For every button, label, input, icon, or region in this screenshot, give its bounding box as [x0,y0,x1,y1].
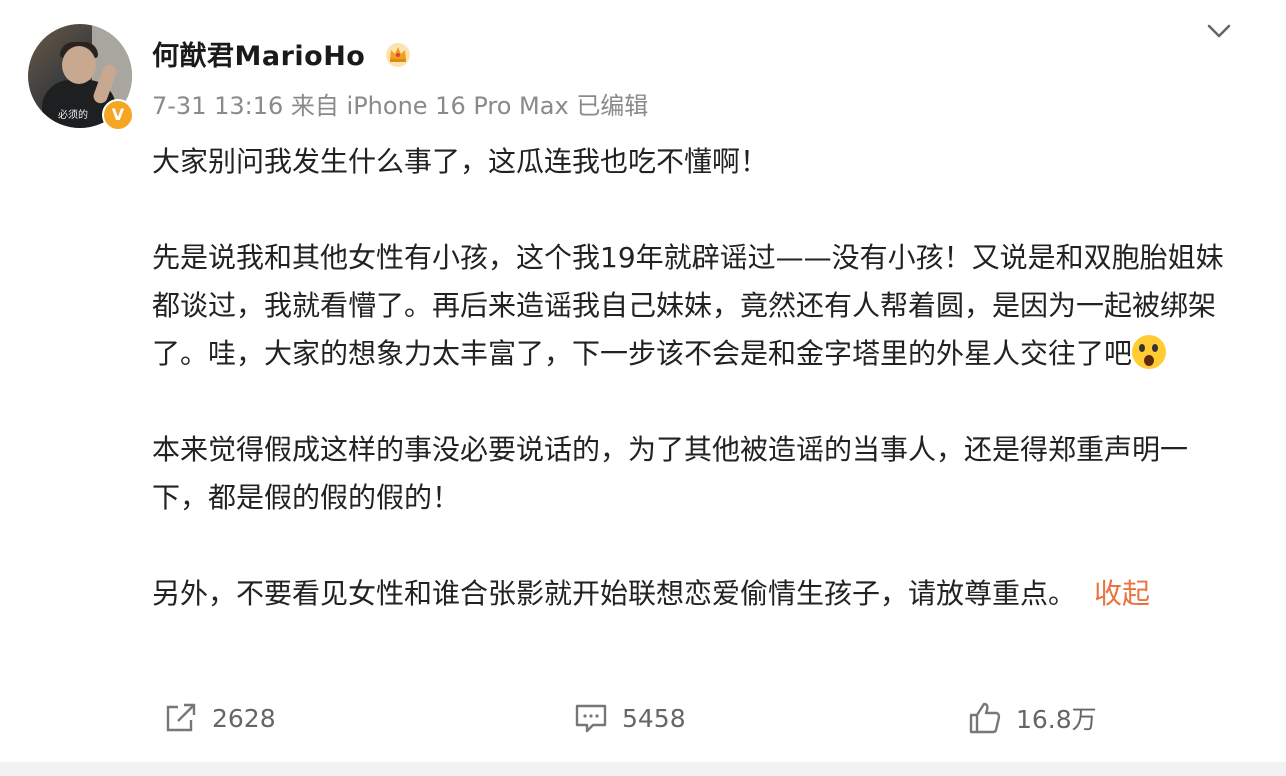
post-paragraph: 另外，不要看见女性和谁合张影就开始联想恋爱偷情生孩子，请放尊重点。 收起 [152,570,1232,618]
post-paragraph-text: 先是说我和其他女性有小孩，这个我19年就辟谣过——没有小孩！又说是和双胞胎姐妹都… [152,241,1224,370]
comment-count: 5458 [622,703,686,733]
author-name[interactable]: 何猷君MarioHo [152,34,365,73]
avatar-shirt-text: 必须的 [58,110,88,121]
post-paragraph: 大家别问我发生什么事了，这瓜连我也吃不懂啊！ [152,145,769,178]
comment-button[interactable]: 5458 [574,698,686,738]
share-icon [166,703,196,732]
post-meta: 7-31 13:16 来自 iPhone 16 Pro Max 已编辑 [152,86,648,121]
avatar-head [62,46,96,84]
post-source: 来自 iPhone 16 Pro Max [290,92,569,120]
crown-icon [386,43,410,67]
verified-v-icon: V [102,99,134,131]
collapse-link[interactable]: 收起 [1094,577,1150,610]
like-button[interactable]: 16.8万 [968,698,1097,738]
scream-emoji-icon [1132,335,1167,369]
post-paragraph: 先是说我和其他女性有小孩，这个我19年就辟谣过——没有小孩！又说是和双胞胎姐妹都… [152,234,1232,378]
share-count: 2628 [212,703,276,733]
post-paragraph: 本来觉得假成这样的事没必要说话的，为了其他被造谣的当事人，还是得郑重声明一下，都… [152,433,1189,514]
like-count: 16.8万 [1016,705,1097,734]
post-paragraph-text: 另外，不要看见女性和谁合张影就开始联想恋爱偷情生孩子，请放尊重点。 [152,577,1077,610]
post-edited[interactable]: 已编辑 [576,92,648,120]
post-time[interactable]: 7-31 13:16 [152,92,283,120]
share-button[interactable]: 2628 [164,698,276,738]
post-content: 大家别问我发生什么事了，这瓜连我也吃不懂啊！ 先是说我和其他女性有小孩，这个我1… [152,138,1232,618]
thumbs-up-icon [969,702,1001,734]
comment-icon [575,704,607,733]
weibo-post-card: 必须的 V 何猷君MarioHo 7-31 13:16 来自 iPhone 16… [0,0,1286,762]
chevron-down-icon[interactable] [1206,22,1232,40]
